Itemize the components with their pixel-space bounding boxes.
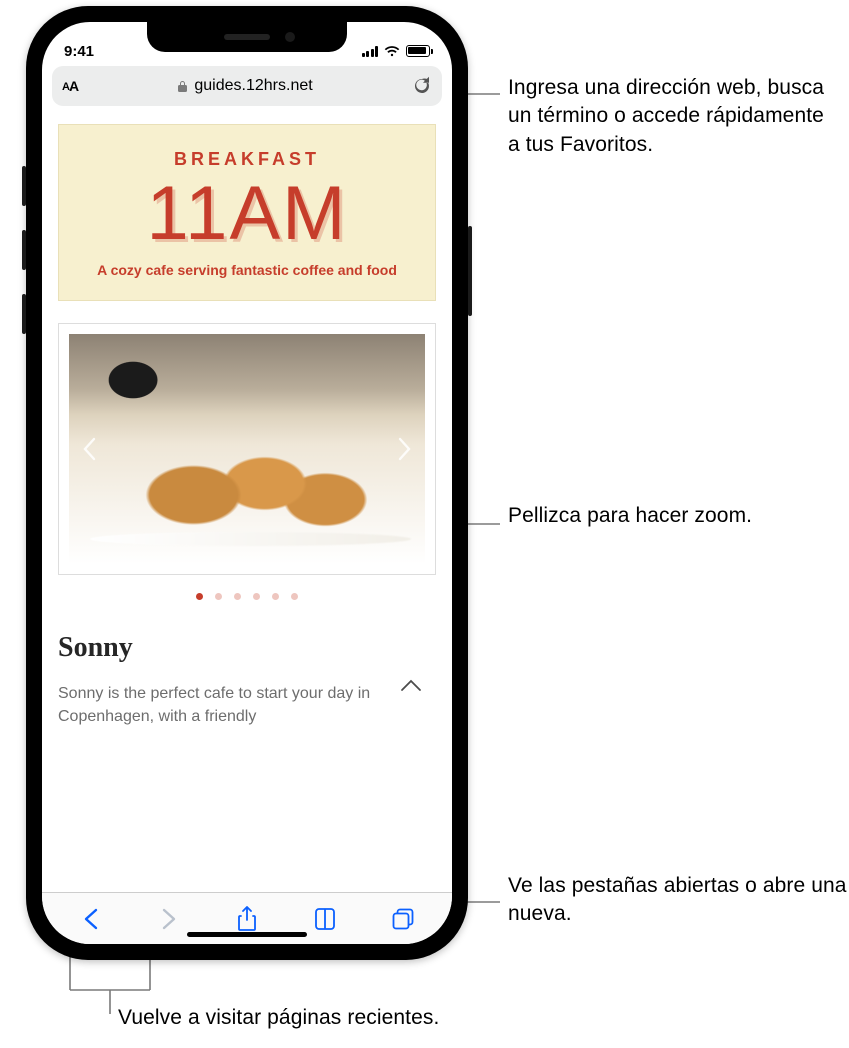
carousel-dots[interactable] (58, 593, 436, 600)
reload-icon[interactable] (412, 76, 432, 96)
safari-toolbar (42, 892, 452, 944)
lock-icon (177, 80, 188, 93)
dot[interactable] (234, 593, 241, 600)
carousel-next-icon[interactable] (391, 431, 419, 467)
status-time: 9:41 (64, 43, 94, 60)
wifi-icon (384, 45, 400, 57)
chevron-up-icon[interactable] (400, 678, 422, 697)
text-size-icon[interactable]: AA (62, 78, 78, 94)
phone-notch (147, 22, 347, 52)
hero-headline: 11AM (73, 176, 421, 252)
dot[interactable] (272, 593, 279, 600)
callout-pinch-zoom: Pellizca para hacer zoom. (508, 502, 808, 530)
callout-tabs: Ve las pestañas abiertas o abre una nuev… (508, 872, 848, 929)
article-title: Sonny (58, 632, 436, 664)
back-button[interactable] (75, 903, 107, 935)
image-carousel[interactable] (58, 323, 436, 575)
share-button[interactable] (231, 903, 263, 935)
dot[interactable] (253, 593, 260, 600)
tabs-button[interactable] (387, 903, 419, 935)
phone-frame: 9:41 AA guides.12hrs.net BREAK (26, 6, 468, 960)
dot[interactable] (291, 593, 298, 600)
web-page-content[interactable]: BREAKFAST 11AM A cozy cafe serving fanta… (42, 106, 452, 892)
carousel-prev-icon[interactable] (75, 431, 103, 467)
carousel-image (69, 334, 425, 564)
home-indicator[interactable] (187, 932, 307, 937)
dot[interactable] (215, 593, 222, 600)
phone-screen: 9:41 AA guides.12hrs.net BREAK (42, 22, 452, 944)
url-text: guides.12hrs.net (194, 77, 312, 95)
hero-banner: BREAKFAST 11AM A cozy cafe serving fanta… (58, 124, 436, 301)
bookmarks-button[interactable] (309, 903, 341, 935)
battery-icon (406, 45, 430, 57)
callout-address-bar: Ingresa una dirección web, busca un térm… (508, 74, 828, 159)
article-body: Sonny is the perfect cafe to start your … (58, 682, 436, 728)
hero-subtitle: A cozy cafe serving fantastic coffee and… (73, 262, 421, 278)
callout-history: Vuelve a visitar páginas recientes. (118, 1004, 618, 1032)
address-bar[interactable]: AA guides.12hrs.net (52, 66, 442, 106)
hero-kicker: BREAKFAST (73, 149, 421, 170)
dot[interactable] (196, 593, 203, 600)
cellular-signal-icon (362, 46, 379, 57)
forward-button[interactable] (153, 903, 185, 935)
article: Sonny Sonny is the perfect cafe to start… (58, 632, 436, 728)
